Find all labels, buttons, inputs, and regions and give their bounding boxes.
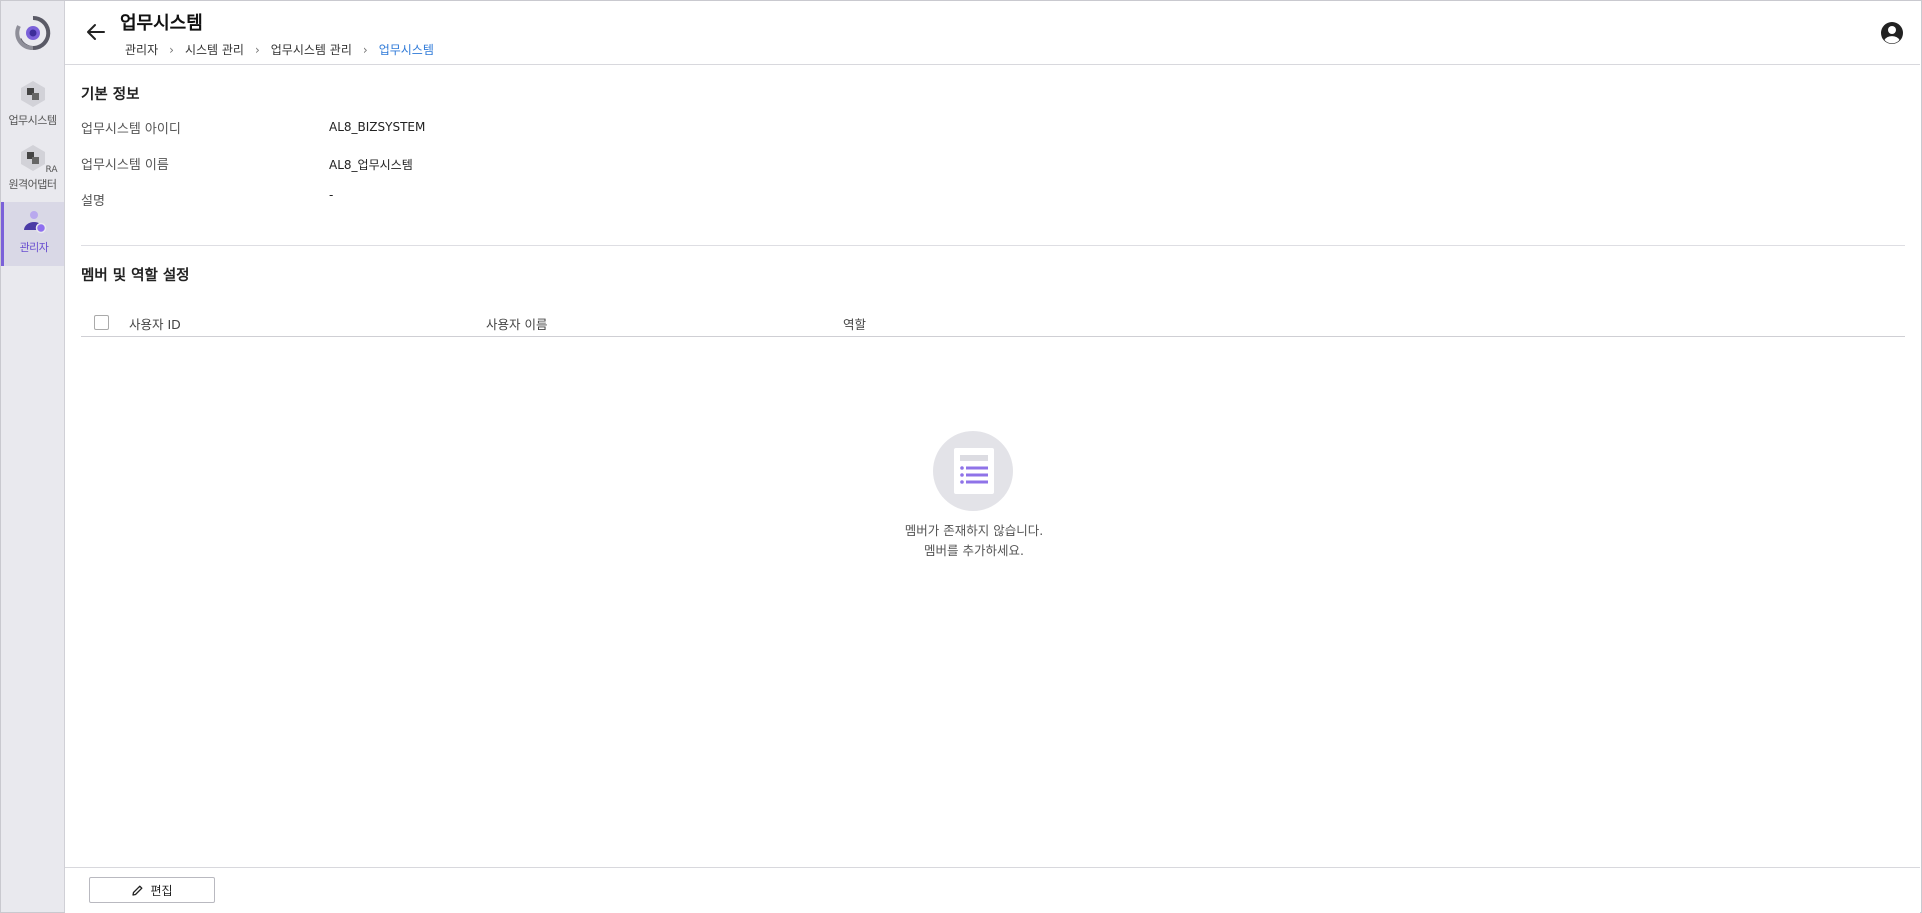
empty-message-line2: 멤버를 추가하세요. xyxy=(924,543,1024,558)
column-header-user-name[interactable]: 사용자 이름 xyxy=(486,314,547,333)
sidebar-item-label: 관리자 xyxy=(19,241,49,254)
sidebar: 업무시스템 RA 원격어댑터 관리자 xyxy=(1,1,65,912)
field-value-id: AL8_BIZSYSTEM xyxy=(329,120,426,134)
back-arrow-icon[interactable] xyxy=(85,21,107,43)
field-value-name: AL8_업무시스템 xyxy=(329,158,413,172)
select-all-checkbox[interactable] xyxy=(94,315,109,330)
sidebar-item-remote-adapter[interactable]: RA 원격어댑터 xyxy=(1,139,64,201)
field-label-description: 설명 xyxy=(81,194,105,209)
sidebar-item-label: 업무시스템 xyxy=(8,114,57,127)
section-divider xyxy=(81,245,1905,246)
chevron-right-icon: › xyxy=(254,42,260,57)
column-header-user-id[interactable]: 사용자 ID xyxy=(129,314,181,333)
remote-adapter-tag: RA xyxy=(45,165,58,175)
column-header-role[interactable]: 역할 xyxy=(843,314,866,333)
pencil-icon xyxy=(132,885,143,896)
edit-button[interactable]: 편집 xyxy=(89,877,215,903)
breadcrumb-item-system-management[interactable]: 시스템 관리 xyxy=(185,41,244,58)
field-label-name: 업무시스템 이름 xyxy=(81,158,169,173)
sidebar-item-admin[interactable]: 관리자 xyxy=(1,202,64,266)
sidebar-item-business-system[interactable]: 업무시스템 xyxy=(1,75,64,137)
account-icon[interactable] xyxy=(1880,21,1904,45)
breadcrumb-item-admin[interactable]: 관리자 xyxy=(125,41,158,58)
breadcrumb-item-current: 업무시스템 xyxy=(378,43,434,57)
chevron-right-icon: › xyxy=(362,42,368,57)
edit-button-label: 편집 xyxy=(150,883,173,898)
sidebar-item-label: 원격어댑터 xyxy=(8,178,57,191)
breadcrumb-item-business-system-management[interactable]: 업무시스템 관리 xyxy=(271,41,352,58)
members-table-header: 사용자 ID 사용자 이름 역할 xyxy=(81,306,1905,337)
basic-info-title: 기본 정보 xyxy=(81,87,140,103)
field-label-id: 업무시스템 아이디 xyxy=(81,122,181,137)
breadcrumb: 관리자 › 시스템 관리 › 업무시스템 관리 › 업무시스템 xyxy=(125,41,434,58)
page-title: 업무시스템 xyxy=(120,13,203,34)
empty-list-icon xyxy=(933,431,1013,511)
chevron-right-icon: › xyxy=(169,42,174,57)
app-logo xyxy=(15,15,51,50)
page-header: 업무시스템 관리자 › 시스템 관리 › 업무시스템 관리 › 업무시스템 xyxy=(65,1,1920,65)
empty-message-line1: 멤버가 존재하지 않습니다. xyxy=(904,523,1044,538)
page-footer: 편집 xyxy=(65,867,1920,913)
remote-adapter-icon: RA xyxy=(18,143,58,175)
members-title: 멤버 및 역할 설정 xyxy=(81,268,190,284)
field-value-description: - xyxy=(329,188,334,202)
business-system-icon xyxy=(18,79,48,109)
admin-user-icon xyxy=(19,206,49,236)
